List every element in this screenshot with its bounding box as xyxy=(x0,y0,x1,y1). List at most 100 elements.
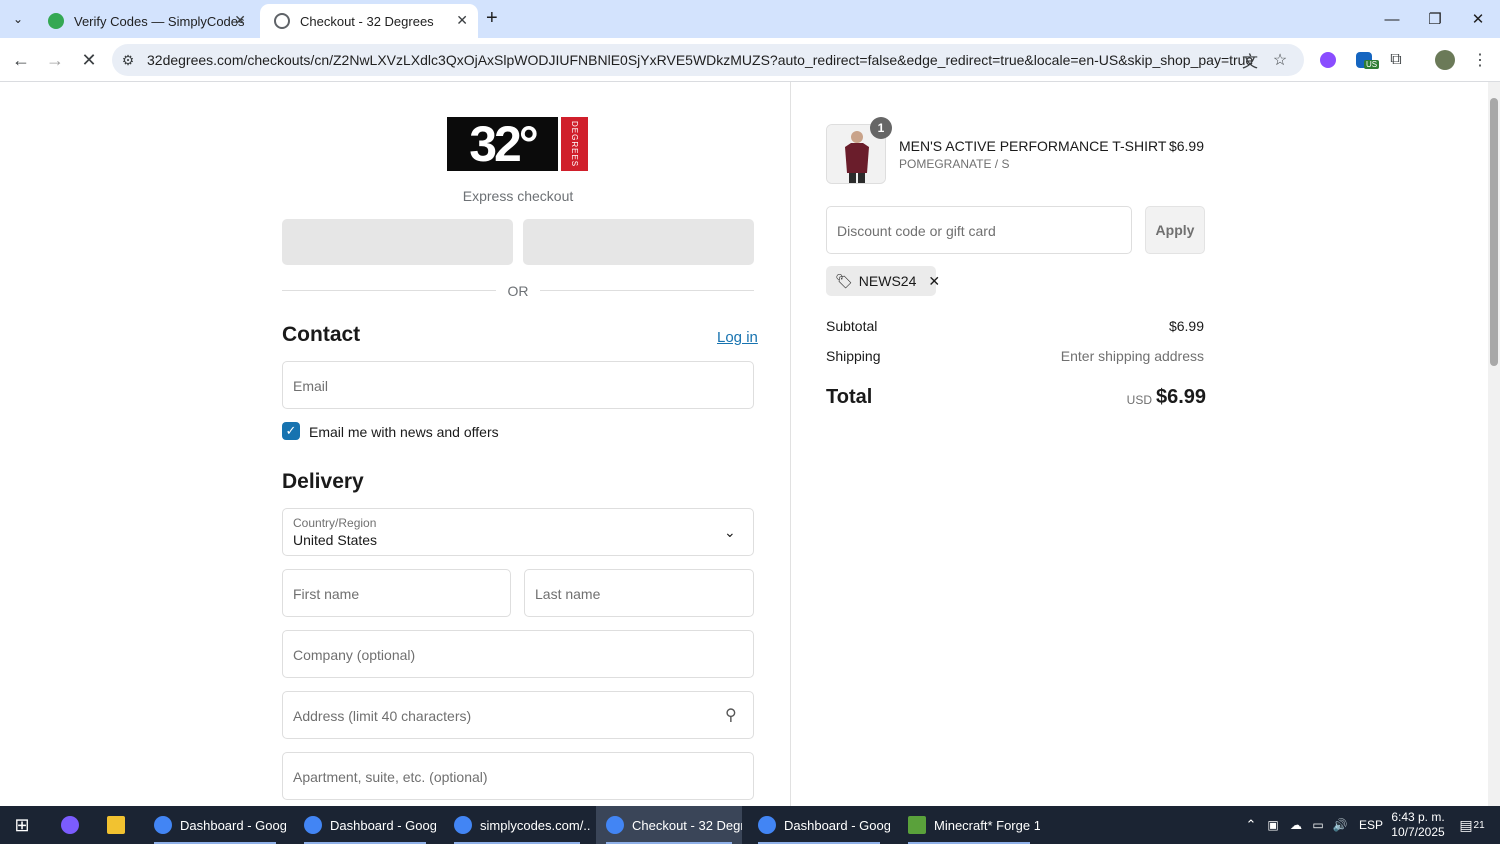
taskbar-item-dashboard-3[interactable]: Dashboard - Googl... xyxy=(748,806,890,844)
company-placeholder: Company (optional) xyxy=(293,647,416,663)
back-arrow-icon[interactable]: ← xyxy=(8,48,34,72)
subtotal-value: $6.99 xyxy=(1168,318,1204,334)
extensions-puzzle-icon[interactable]: ⧉ xyxy=(1384,48,1408,72)
chevron-down-icon: ⌄ xyxy=(724,524,736,540)
close-tab-icon[interactable]: ✕ xyxy=(234,12,246,29)
profile-avatar-icon[interactable] xyxy=(1433,48,1457,72)
extension-purple-icon[interactable] xyxy=(1316,48,1340,72)
store-logo[interactable]: 32° DEGREES xyxy=(447,117,588,171)
express-pay-button-1[interactable] xyxy=(282,219,513,265)
discount-code-input[interactable]: Discount code or gift card xyxy=(826,206,1132,254)
meet-now-icon[interactable]: ▣ xyxy=(1264,806,1282,844)
chrome-icon xyxy=(304,816,322,834)
taskbar-item-checkout[interactable]: Checkout - 32 Degr... xyxy=(596,806,742,844)
taskbar-label: Dashboard - Googl... xyxy=(784,817,890,833)
restore-icon[interactable]: ❐ xyxy=(1415,6,1455,32)
browser-menu-icon[interactable]: ⋮ xyxy=(1468,48,1492,72)
company-field[interactable]: Company (optional) xyxy=(282,630,754,678)
express-checkout-label: Express checkout xyxy=(462,188,574,204)
start-windows-icon[interactable]: ⊞ xyxy=(0,806,44,844)
chrome-icon xyxy=(758,816,776,834)
total-currency: USD xyxy=(1126,393,1152,407)
tab-title: Verify Codes — SimplyCodes xyxy=(74,13,245,29)
volume-icon[interactable]: 🔊 xyxy=(1331,806,1349,844)
logo-side-text: DEGREES xyxy=(561,117,588,171)
first-name-placeholder: First name xyxy=(293,586,360,602)
extension-badge: US xyxy=(1364,60,1380,69)
minecraft-icon xyxy=(908,816,926,834)
logo-number: 32° xyxy=(447,117,558,171)
tab-checkout[interactable]: Checkout - 32 Degrees ✕ xyxy=(260,4,478,38)
show-hidden-icons-chevron-icon[interactable]: ⌃ xyxy=(1242,806,1260,844)
network-icon[interactable]: ▭ xyxy=(1309,806,1327,844)
product-name: MEN'S ACTIVE PERFORMANCE T-SHIRT xyxy=(899,138,1167,154)
newsletter-checkbox[interactable]: ✓ xyxy=(282,422,300,440)
address-placeholder: Address (limit 40 characters) xyxy=(293,708,472,724)
new-tab-plus-icon[interactable]: + xyxy=(486,8,498,28)
language-indicator[interactable]: ESP xyxy=(1358,806,1384,844)
taskbar-item-dashboard-1[interactable]: Dashboard - Googl... xyxy=(144,806,286,844)
divider-right xyxy=(540,290,754,291)
site-info-icon[interactable]: ⚙ xyxy=(116,48,140,72)
shipping-label: Shipping xyxy=(826,348,881,364)
notification-center-icon[interactable]: ▤ 21 xyxy=(1458,806,1486,844)
loading-favicon-icon xyxy=(274,13,290,29)
taskbar-item-minecraft[interactable]: Minecraft* Forge 1.... xyxy=(898,806,1040,844)
last-name-field[interactable]: Last name xyxy=(524,569,754,617)
tab-simplycodes[interactable]: Verify Codes — SimplyCodes ✕ xyxy=(34,4,256,38)
total-value: $6.99 xyxy=(1156,386,1207,408)
address-field[interactable]: Address (limit 40 characters) ⚲ xyxy=(282,691,754,739)
tab-search-chevron-icon[interactable]: ⌄ xyxy=(6,7,30,31)
url-text[interactable]: 32degrees.com/checkouts/cn/Z2NwLXVzLXdlc… xyxy=(147,52,1253,68)
stop-loading-icon[interactable]: ✕ xyxy=(76,48,102,72)
notification-count: 21 xyxy=(1473,819,1485,831)
first-name-field[interactable]: First name xyxy=(282,569,511,617)
tab-title: Checkout - 32 Degrees xyxy=(300,13,434,29)
clock-time: 6:43 p. m. xyxy=(1391,810,1445,824)
taskbar-label: Dashboard - Googl... xyxy=(180,817,286,833)
forward-arrow-icon[interactable]: → xyxy=(42,48,68,72)
discount-code-text: NEWS24 xyxy=(858,273,917,289)
login-link[interactable]: Log in xyxy=(717,329,758,346)
apartment-placeholder: Apartment, suite, etc. (optional) xyxy=(293,769,488,785)
clock-date: 10/7/2025 xyxy=(1391,825,1445,839)
clock[interactable]: 6:43 p. m. 10/7/2025 xyxy=(1388,806,1448,844)
email-field[interactable]: Email xyxy=(282,361,754,409)
country-label: Country/Region xyxy=(293,516,377,530)
express-pay-button-2[interactable] xyxy=(523,219,754,265)
chrome-icon xyxy=(606,816,624,834)
chrome-icon xyxy=(154,816,172,834)
onedrive-cloud-icon[interactable]: ☁ xyxy=(1286,806,1306,844)
taskbar-label: Checkout - 32 Degr... xyxy=(632,817,742,833)
discount-placeholder: Discount code or gift card xyxy=(837,223,996,239)
apartment-field[interactable]: Apartment, suite, etc. (optional) xyxy=(282,752,754,800)
taskbar-item-simplycodes[interactable]: simplycodes.com/... xyxy=(444,806,590,844)
quantity-badge: 1 xyxy=(870,117,892,139)
shipping-value: Enter shipping address xyxy=(1060,348,1204,364)
taskbar-item-dashboard-2[interactable]: Dashboard - Googl... xyxy=(294,806,436,844)
divider-left xyxy=(282,290,496,291)
product-variant: POMEGRANATE / S xyxy=(899,157,1010,171)
last-name-placeholder: Last name xyxy=(535,586,601,602)
minimize-icon[interactable]: — xyxy=(1372,6,1412,32)
order-summary-panel xyxy=(790,82,1490,806)
contact-heading: Contact xyxy=(282,323,361,346)
tag-icon: 🏷 xyxy=(835,272,853,289)
extension-shield-icon[interactable]: US xyxy=(1352,48,1380,72)
scrollbar-thumb[interactable] xyxy=(1490,98,1498,366)
product-price: $6.99 xyxy=(1168,138,1204,154)
newsletter-label: Email me with news and offers xyxy=(309,424,499,440)
remove-discount-icon[interactable]: ✕ xyxy=(928,273,940,290)
taskbar-label: Dashboard - Googl... xyxy=(330,817,436,833)
bookmark-star-icon[interactable]: ☆ xyxy=(1268,48,1292,72)
close-window-icon[interactable]: ✕ xyxy=(1458,6,1498,32)
close-tab-icon[interactable]: ✕ xyxy=(456,12,468,29)
country-value: United States xyxy=(293,532,378,548)
delivery-heading: Delivery xyxy=(282,470,364,493)
file-explorer-icon[interactable] xyxy=(98,806,134,844)
copilot-icon[interactable] xyxy=(52,806,88,844)
translate-icon[interactable]: 文 xyxy=(1238,48,1262,72)
taskbar-label: Minecraft* Forge 1.... xyxy=(934,817,1040,833)
total-label: Total xyxy=(826,386,873,408)
apply-discount-button[interactable]: Apply xyxy=(1145,206,1205,254)
